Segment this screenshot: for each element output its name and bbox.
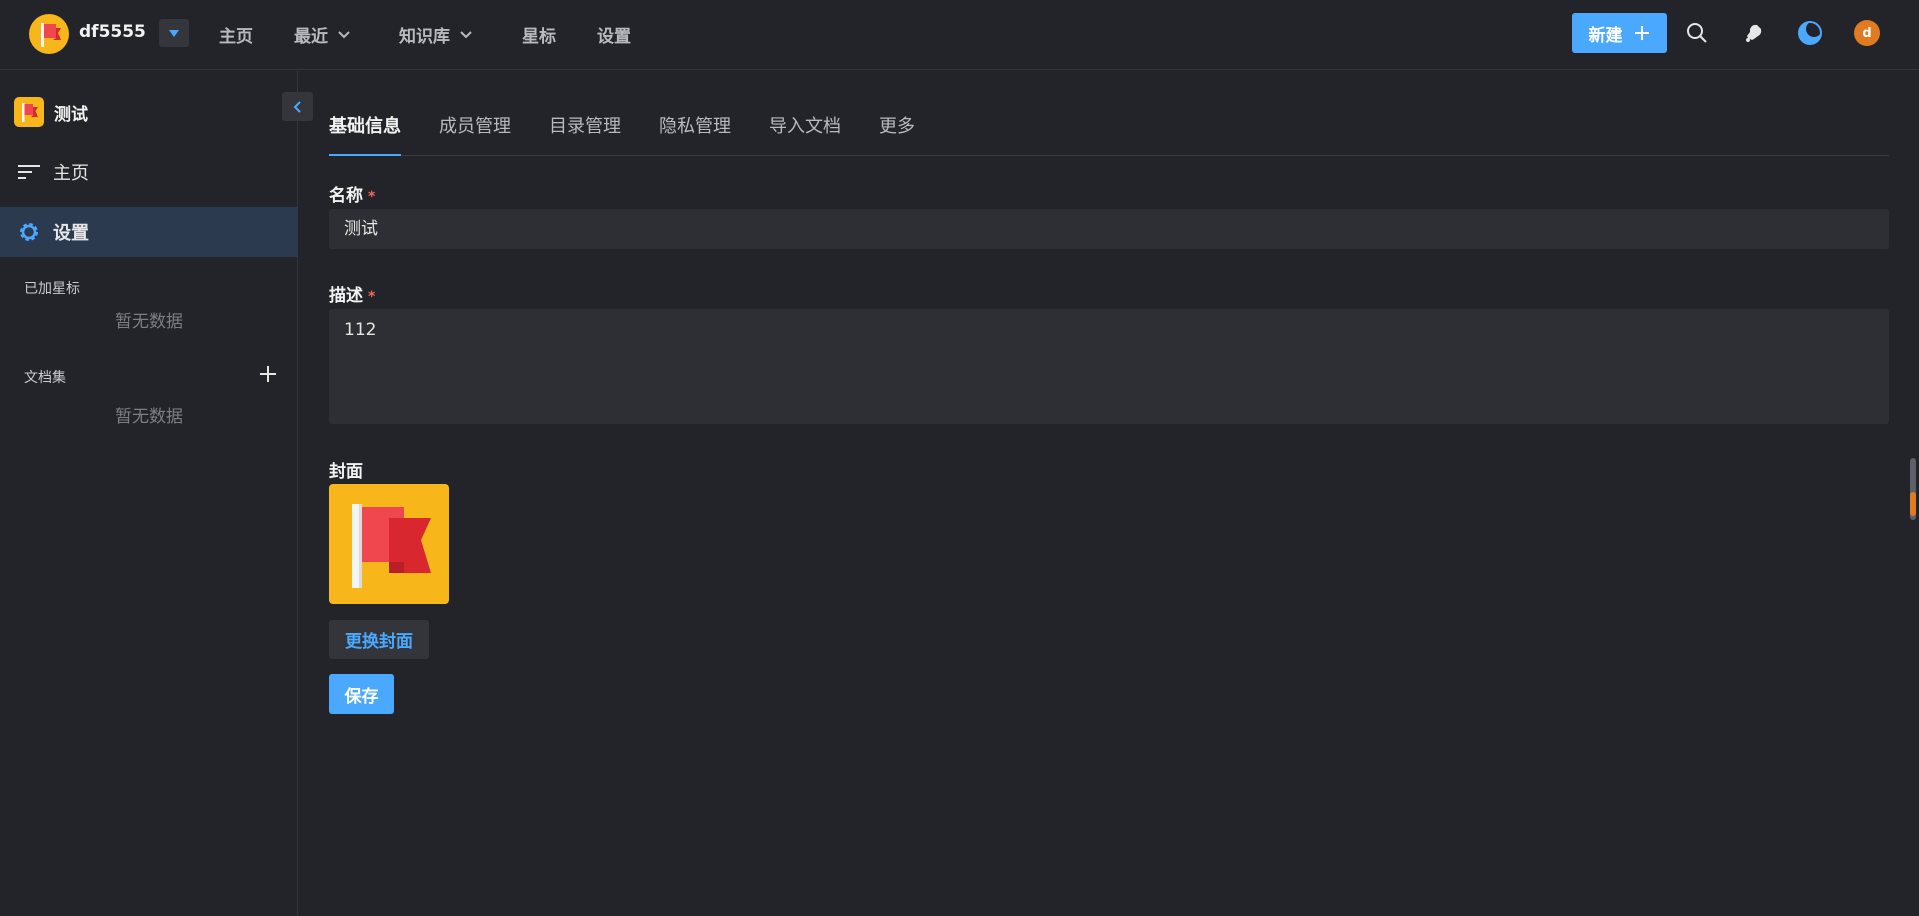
name-input[interactable]: 测试 — [329, 209, 1889, 249]
red-flag-icon — [352, 504, 431, 588]
description-textarea[interactable]: 112 — [329, 309, 1889, 424]
gear-icon — [20, 223, 38, 241]
plus-icon — [1634, 26, 1649, 40]
tab-directory[interactable]: 目录管理 — [549, 112, 621, 156]
theme-toggle-icon[interactable] — [1797, 20, 1823, 46]
tab-more[interactable]: 更多 — [879, 112, 915, 156]
collapse-sidebar-button[interactable] — [282, 92, 313, 121]
user-avatar[interactable]: d — [1854, 20, 1880, 46]
collections-section-title: 文档集 — [24, 370, 66, 386]
chevron-left-icon — [293, 100, 301, 113]
change-cover-button[interactable]: 更换封面 — [329, 620, 429, 659]
nav-starred[interactable]: 星标 — [522, 22, 556, 47]
chevron-down-icon — [460, 30, 472, 38]
cover-label: 封面 — [329, 462, 363, 482]
new-button[interactable]: 新建 — [1572, 13, 1667, 53]
description-label: 描述 * — [329, 286, 376, 306]
tab-basic-info[interactable]: 基础信息 — [329, 112, 401, 156]
tab-import-docs[interactable]: 导入文档 — [769, 112, 841, 156]
sidebar: 测试 主页 设置 已加星标 暂无数据 文档集 暂无数据 — [0, 71, 313, 916]
menu-lines-icon — [18, 165, 40, 179]
sidebar-item-home[interactable]: 主页 — [0, 147, 298, 197]
sidebar-item-settings[interactable]: 设置 — [0, 207, 298, 257]
nav-knowledge-base[interactable]: 知识库 — [399, 22, 474, 47]
tab-members[interactable]: 成员管理 — [439, 112, 511, 156]
search-icon[interactable] — [1684, 20, 1710, 46]
starred-empty-text: 暂无数据 — [115, 312, 183, 332]
chevron-down-icon — [338, 30, 350, 38]
brand-logo-icon[interactable] — [29, 14, 69, 54]
workspace-dropdown-button[interactable] — [159, 19, 189, 47]
tab-privacy[interactable]: 隐私管理 — [659, 112, 731, 156]
name-label: 名称 * — [329, 186, 376, 206]
nav-home[interactable]: 主页 — [219, 22, 253, 47]
required-marker: * — [368, 189, 376, 205]
brand-name[interactable]: df5555 — [79, 22, 146, 42]
save-button[interactable]: 保存 — [329, 674, 394, 714]
caret-down-icon — [169, 29, 179, 37]
page-scrollbar[interactable] — [1910, 458, 1916, 520]
space-title[interactable]: 测试 — [14, 97, 88, 127]
collections-empty-text: 暂无数据 — [115, 407, 183, 427]
starred-section-title: 已加星标 — [24, 281, 80, 297]
nav-settings[interactable]: 设置 — [597, 22, 631, 47]
scrollbar-thumb[interactable] — [1910, 492, 1916, 516]
space-logo-icon — [14, 97, 44, 127]
nav-recent[interactable]: 最近 — [294, 22, 352, 47]
bell-icon[interactable] — [1741, 20, 1767, 46]
top-header: df5555 主页 最近 知识库 星标 设置 新建 d — [0, 0, 1919, 70]
required-marker: * — [368, 289, 376, 305]
cover-image — [329, 484, 449, 604]
settings-tabs: 基础信息 成员管理 目录管理 隐私管理 导入文档 更多 — [329, 90, 1889, 156]
add-collection-icon[interactable] — [258, 364, 278, 384]
